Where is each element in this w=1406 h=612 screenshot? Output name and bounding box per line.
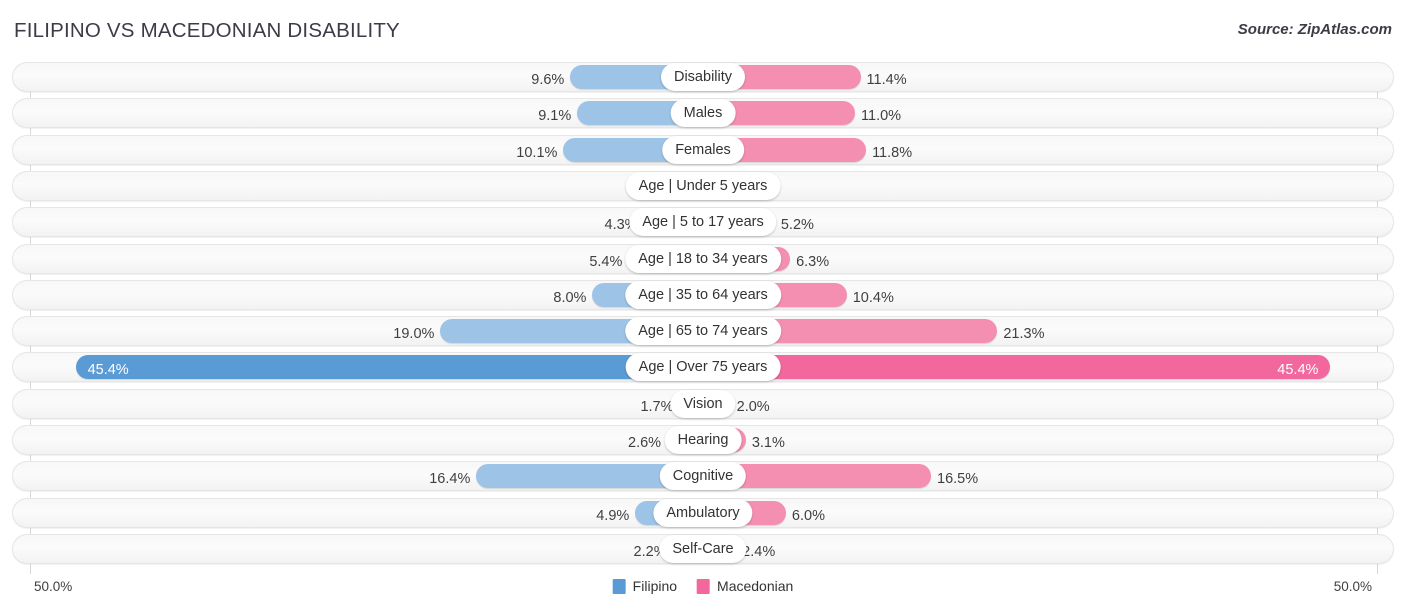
chart-row[interactable]: 10.1% 11.8% Females [12, 134, 1394, 165]
category-label: Age | 35 to 64 years [625, 280, 781, 309]
axis-label-right-max: 50.0% [1333, 579, 1372, 594]
chart-row[interactable]: 1.1%1.2%Age | Under 5 years [12, 170, 1394, 201]
bar-value-filipino: 2.6% [628, 435, 662, 451]
bar-value-macedonian: 11.8% [872, 144, 913, 161]
legend-item-macedonian[interactable]: Macedonian [697, 578, 793, 594]
bar-value-macedonian: 2.0% [736, 398, 770, 415]
bar-value-macedonian: 6.3% [796, 253, 830, 270]
diverging-bar-chart: 9.6% 11.4% Disability 9.1% 11.0% Males 10.1% 11… [0, 62, 1406, 574]
bar-value-filipino: 9.1% [538, 108, 572, 125]
bar-value-filipino: 9.6% [531, 72, 565, 88]
category-label: Age | Under 5 years [625, 171, 781, 200]
chart-legend: Filipino Macedonian [612, 578, 793, 594]
chart-header: FILIPINO VS MACEDONIAN DISABILITY Source… [0, 0, 1406, 56]
bar-value-macedonian: 5.2% [780, 217, 814, 234]
chart-row[interactable]: 1.7% 2.0% Vision [12, 388, 1394, 419]
category-label: Males [670, 99, 736, 128]
chart-row[interactable]: 8.0% 10.4% Age | 35 to 64 years [12, 279, 1394, 310]
chart-row[interactable]: 16.4% 16.5% Cognitive [12, 461, 1394, 492]
category-label: Ambulatory [653, 498, 753, 527]
bar-value-macedonian: 16.5% [937, 471, 979, 488]
bar-value-macedonian: 3.1% [751, 435, 785, 451]
category-label: Age | 5 to 17 years [629, 208, 777, 237]
chart-row[interactable]: 9.6% 11.4% Disability [12, 62, 1394, 92]
legend-swatch-filipino [612, 578, 626, 594]
bar-value-macedonian: 45.4% [1277, 362, 1319, 379]
legend-swatch-macedonian [697, 578, 711, 594]
page-title: FILIPINO VS MACEDONIAN DISABILITY [14, 19, 400, 42]
chart-row[interactable]: 4.3% 5.2% Age | 5 to 17 years [12, 207, 1394, 238]
bar-value-filipino: 8.0% [553, 289, 587, 306]
legend-label-macedonian: Macedonian [717, 578, 794, 594]
category-label: Disability [660, 63, 746, 91]
legend-label-filipino: Filipino [632, 578, 678, 594]
bar-value-filipino: 4.9% [596, 507, 630, 524]
chart-footer: 50.0% Filipino Macedonian 50.0% [0, 576, 1406, 612]
category-label: Age | 65 to 74 years [625, 317, 781, 346]
bar-value-macedonian: 11.4% [866, 72, 907, 88]
category-label: Age | Over 75 years [625, 353, 781, 382]
legend-item-filipino[interactable]: Filipino [612, 578, 678, 594]
bar-value-macedonian: 6.0% [791, 507, 825, 524]
chart-row[interactable]: 9.1% 11.0% Males [12, 98, 1394, 129]
chart-row[interactable]: 4.9% 6.0% Ambulatory [12, 497, 1394, 528]
bar-macedonian[interactable]: 45.4% [703, 355, 1331, 380]
bar-value-filipino: 19.0% [393, 326, 435, 343]
category-label: Females [662, 135, 744, 164]
category-label: Hearing [664, 426, 742, 454]
bar-value-macedonian: 2.4% [742, 543, 776, 560]
bar-value-filipino: 10.1% [516, 144, 558, 161]
category-label: Age | 18 to 34 years [625, 244, 781, 273]
chart-row[interactable]: 45.4% 45.4% Age | Over 75 years [12, 352, 1394, 383]
bar-value-filipino: 5.4% [589, 253, 623, 270]
chart-row[interactable]: 2.6% 3.1% Hearing [12, 425, 1394, 455]
chart-row[interactable]: 19.0% 21.3% Age | 65 to 74 years [12, 316, 1394, 347]
source-attribution: Source: ZipAtlas.com [1237, 21, 1392, 38]
bar-value-macedonian: 21.3% [1003, 326, 1045, 343]
bar-value-filipino: 1.7% [640, 398, 674, 415]
category-label: Self-Care [659, 534, 747, 563]
chart-row[interactable]: 2.2% 2.4% Self-Care [12, 533, 1394, 564]
bar-value-filipino: 45.4% [87, 362, 129, 379]
bar-filipino[interactable]: 45.4% [75, 355, 703, 380]
chart-row[interactable]: 5.4% 6.3% Age | 18 to 34 years [12, 243, 1394, 274]
bar-value-filipino: 16.4% [429, 471, 471, 488]
axis-label-left-max: 50.0% [34, 579, 73, 594]
bar-value-macedonian: 11.0% [861, 108, 902, 125]
category-label: Cognitive [659, 462, 747, 491]
category-label: Vision [670, 389, 736, 418]
bar-value-macedonian: 10.4% [852, 289, 894, 306]
